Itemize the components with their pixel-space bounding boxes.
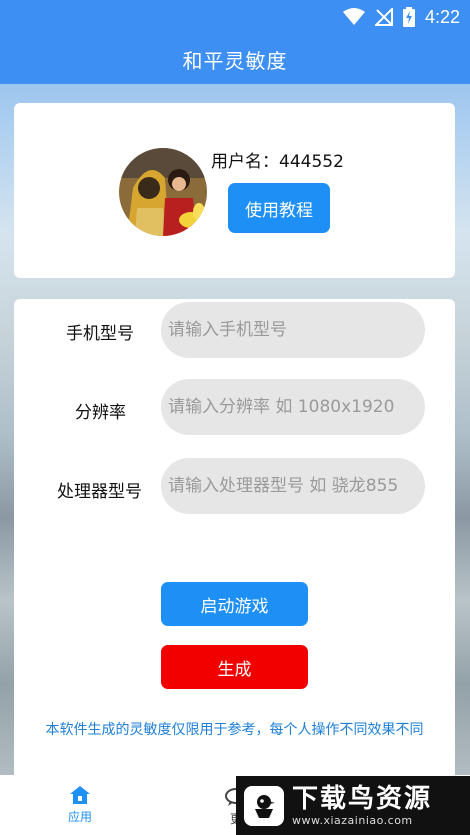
nav-tab-apps-label: 应用 (67, 810, 92, 824)
resolution-label: 分辨率 (75, 403, 126, 423)
resolution-input[interactable] (161, 379, 425, 435)
home-icon (70, 786, 90, 804)
phone-model-input[interactable] (161, 302, 425, 358)
disclaimer-text: 本软件生成的灵敏度仅限用于参考，每个人操作不同效果不同 (45, 722, 424, 738)
bird-logo-icon (244, 785, 284, 826)
no-signal-icon (374, 8, 393, 26)
status-time: 4:22 (424, 6, 460, 27)
processor-model-input[interactable] (161, 458, 425, 514)
generate-button[interactable]: 生成 (161, 645, 308, 689)
start-game-button[interactable]: 启动游戏 (161, 582, 308, 626)
phone-model-label: 手机型号 (66, 324, 134, 344)
watermark-url: www.xiazainiao.com (292, 814, 413, 827)
status-bar: 4:22 (0, 0, 470, 34)
status-icons: 4:22 (342, 4, 460, 30)
processor-model-label: 处理器型号 (57, 482, 142, 502)
app-header: 和平灵敏度 (0, 34, 470, 84)
settings-form-card: 手机型号 分辨率 处理器型号 启动游戏 生成 本软件生成的灵敏度仅限用于参考，每… (14, 299, 455, 775)
nav-tab-apps[interactable]: 应用 (60, 785, 100, 825)
avatar (119, 148, 207, 236)
tutorial-button[interactable]: 使用教程 (228, 183, 330, 233)
profile-card: 用户名：444552 使用教程 (14, 103, 455, 278)
battery-charging-icon (402, 7, 415, 27)
watermark-banner: 下载鸟资源 www.xiazainiao.com (236, 776, 470, 835)
username-label: 用户名：444552 (211, 152, 344, 172)
page-title: 和平灵敏度 (182, 48, 288, 73)
watermark-title: 下载鸟资源 (292, 784, 433, 814)
wifi-icon (342, 8, 365, 25)
